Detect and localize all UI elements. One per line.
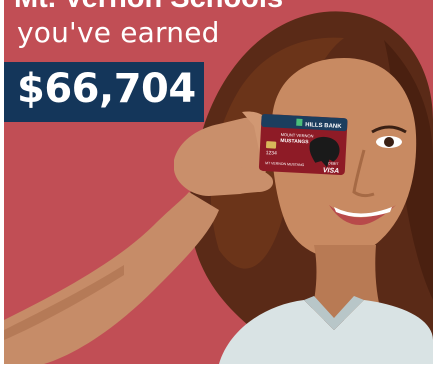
amount-box: $66,704: [4, 62, 204, 122]
headline-school: Mt. Vernon Schools: [14, 0, 283, 15]
headline-earned: you've earned: [17, 16, 220, 49]
card-network: VISA: [323, 167, 340, 175]
woman-holding-card-photo: HILLS BANK MOUNT VERNON MUSTANGS 1234 MT…: [4, 11, 433, 364]
card-debit-label: DEBIT: [328, 161, 339, 166]
bottom-border: [0, 364, 437, 369]
amount-value: $66,704: [17, 66, 196, 112]
ad-banner[interactable]: HILLS BANK MOUNT VERNON MUSTANGS 1234 MT…: [4, 0, 433, 364]
debit-card: HILLS BANK MOUNT VERNON MUSTANGS 1234 MT…: [258, 113, 348, 176]
card-number: 1234: [266, 150, 278, 157]
